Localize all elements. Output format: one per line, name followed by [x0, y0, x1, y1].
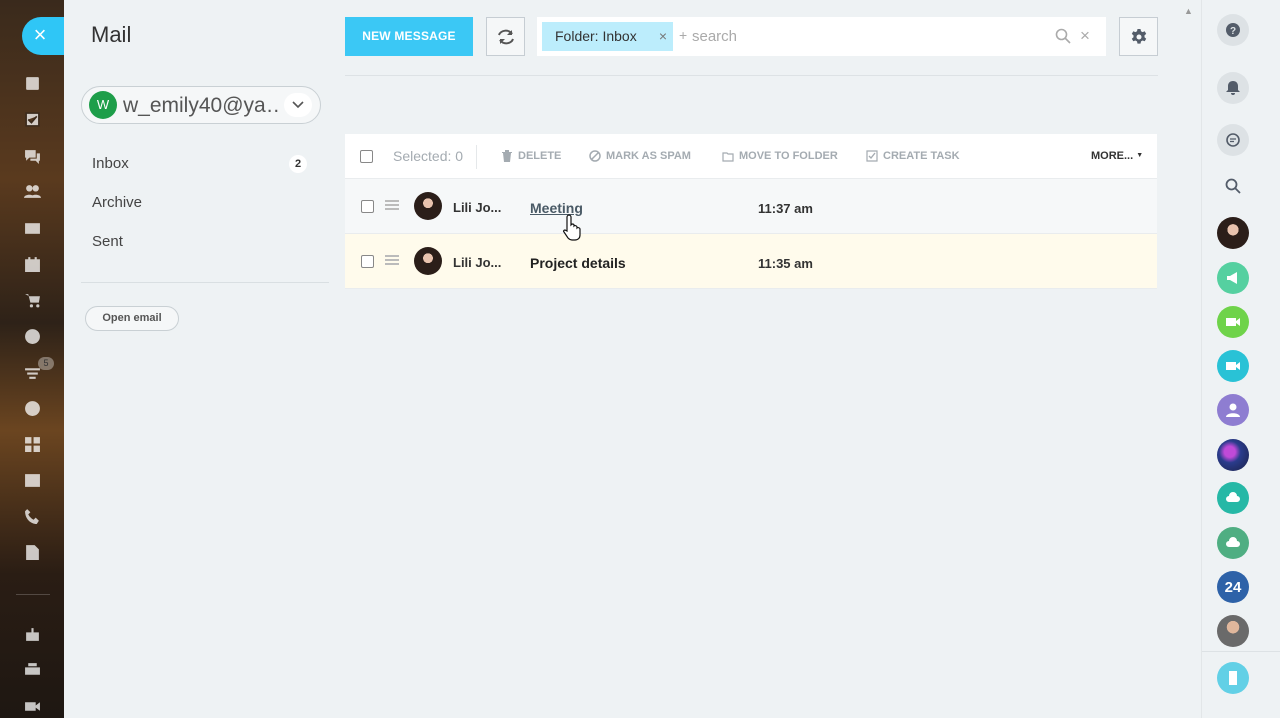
drag-handle-icon[interactable]: [385, 255, 399, 265]
filter-badge: 5: [38, 357, 54, 370]
cloud-drive-icon[interactable]: [1217, 527, 1249, 559]
move-to-folder-label: MOVE TO FOLDER: [739, 150, 838, 162]
add-filter-icon[interactable]: +: [679, 27, 687, 43]
printer-icon[interactable]: [22, 660, 42, 680]
search-icon[interactable]: [1055, 28, 1071, 44]
refresh-icon: [497, 29, 514, 44]
trash-icon: [502, 150, 512, 162]
row-checkbox[interactable]: [361, 255, 374, 268]
tasks-icon[interactable]: [22, 109, 42, 129]
left-navigation-rail: × 5: [0, 0, 64, 718]
sender-avatar: [414, 247, 442, 275]
right-rail: ? 24: [1201, 0, 1280, 718]
phone-icon[interactable]: [22, 506, 42, 526]
apps-icon[interactable]: [22, 434, 42, 454]
new-message-button[interactable]: NEW MESSAGE: [345, 17, 473, 56]
help-icon[interactable]: ?: [1217, 14, 1249, 46]
bitrix24-icon[interactable]: 24: [1217, 571, 1249, 603]
more-button[interactable]: MORE... ▼: [1091, 150, 1143, 162]
account-avatar: W: [89, 91, 117, 119]
inbox-unread-count: 2: [289, 155, 307, 173]
search-bar[interactable]: Folder: Inbox × + ×: [537, 17, 1106, 56]
bell-icon[interactable]: [1217, 72, 1249, 104]
robot-icon[interactable]: [22, 624, 42, 644]
account-selector[interactable]: W w_emily40@ya…: [81, 86, 321, 124]
sender-name: Lili Jo...: [453, 200, 502, 215]
select-all-checkbox[interactable]: [360, 150, 373, 163]
search-icon[interactable]: [1217, 170, 1249, 202]
message-time: 11:35 am: [758, 256, 813, 271]
calendar-icon[interactable]: [22, 254, 42, 274]
caret-down-icon: ▼: [1136, 152, 1144, 159]
video-icon[interactable]: [22, 696, 42, 716]
time-icon[interactable]: [22, 326, 42, 346]
settings-button[interactable]: [1119, 17, 1158, 56]
shop-icon[interactable]: [22, 290, 42, 310]
groups-icon[interactable]: [22, 181, 42, 201]
delete-label: DELETE: [518, 150, 562, 162]
panel-divider: [476, 145, 477, 169]
folder-archive[interactable]: Archive: [92, 194, 142, 211]
group-avatar[interactable]: [1217, 439, 1249, 471]
user-avatar[interactable]: [1217, 615, 1249, 647]
move-to-folder-button[interactable]: MOVE TO FOLDER: [722, 150, 838, 162]
table-row[interactable]: Lili Jo... Meeting 11:37 am: [345, 179, 1157, 234]
message-time: 11:37 am: [758, 201, 813, 216]
account-email: w_emily40@ya…: [123, 94, 279, 117]
contact-avatar[interactable]: [1217, 217, 1249, 249]
scroll-up-arrow-icon[interactable]: ▲: [1184, 6, 1193, 16]
task-icon: [866, 150, 878, 162]
right-rail-divider: [1202, 651, 1280, 652]
bitrix24-label: 24: [1224, 578, 1242, 596]
gear-icon: [1131, 28, 1146, 44]
sender-avatar: [414, 192, 442, 220]
toolbar-divider: [345, 75, 1158, 76]
chat-icon[interactable]: [22, 146, 42, 166]
cloud-sync-icon[interactable]: [1217, 482, 1249, 514]
close-menu-button[interactable]: ×: [22, 17, 64, 55]
selected-count: Selected: 0: [393, 148, 464, 164]
refresh-button[interactable]: [486, 17, 525, 56]
row-checkbox[interactable]: [361, 200, 374, 213]
remove-filter-icon[interactable]: ×: [659, 22, 667, 51]
block-icon: [589, 150, 601, 162]
message-subject[interactable]: Project details: [530, 255, 626, 271]
folder-filter-label: Folder: Inbox: [555, 28, 637, 44]
more-label: MORE...: [1091, 150, 1134, 162]
chat-bubble-icon[interactable]: [1217, 124, 1249, 156]
video-conference-icon[interactable]: [1217, 350, 1249, 382]
grid-action-panel: Selected: 0 DELETE MARK AS SPAM MOVE TO …: [345, 134, 1157, 179]
announcement-icon[interactable]: [1217, 262, 1249, 294]
mark-as-spam-label: MARK AS SPAM: [606, 150, 691, 162]
table-row[interactable]: Lili Jo... Project details 11:35 am: [345, 234, 1157, 289]
page-title: Mail: [91, 22, 132, 47]
hand-cursor-icon: [562, 214, 581, 241]
folder-icon: [722, 152, 734, 162]
document-icon[interactable]: [22, 542, 42, 562]
user-icon[interactable]: [1217, 394, 1249, 426]
open-email-button[interactable]: Open email: [85, 306, 179, 331]
folder-sent[interactable]: Sent: [92, 233, 123, 250]
create-task-button[interactable]: CREATE TASK: [866, 150, 960, 162]
sender-name: Lili Jo...: [453, 255, 502, 270]
drag-handle-icon[interactable]: [385, 200, 399, 210]
delete-button[interactable]: DELETE: [501, 150, 561, 162]
create-task-label: CREATE TASK: [883, 150, 960, 162]
mark-as-spam-button[interactable]: MARK AS SPAM: [589, 150, 691, 162]
clear-search-icon[interactable]: ×: [1080, 26, 1090, 46]
target-icon[interactable]: [22, 398, 42, 418]
contacts-icon[interactable]: [22, 218, 42, 238]
search-input[interactable]: [692, 26, 992, 46]
chevron-down-icon[interactable]: [284, 93, 312, 117]
message-grid: Selected: 0 DELETE MARK AS SPAM MOVE TO …: [345, 134, 1157, 289]
mobile-app-icon[interactable]: [1217, 662, 1249, 694]
svg-text:?: ?: [1230, 26, 1236, 37]
folder-inbox[interactable]: Inbox: [92, 155, 129, 172]
sidebar-divider: [81, 282, 329, 283]
feed-icon[interactable]: [22, 73, 42, 93]
sites-icon[interactable]: [22, 470, 42, 490]
video-call-icon[interactable]: [1217, 306, 1249, 338]
rail-separator: [16, 594, 50, 595]
folder-filter-tag[interactable]: Folder: Inbox ×: [542, 22, 673, 51]
